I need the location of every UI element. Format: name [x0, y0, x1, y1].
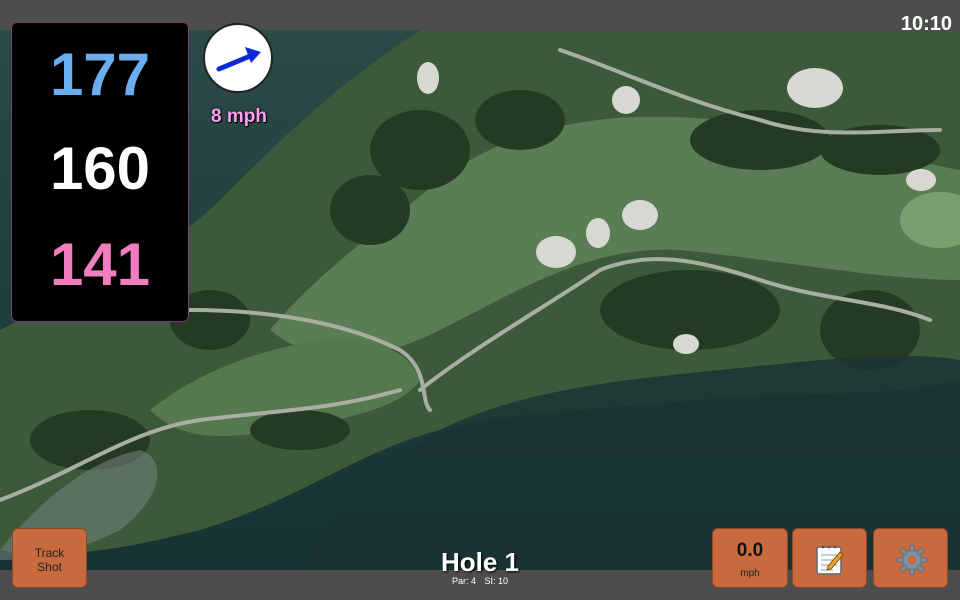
hole-stroke-index: SI: 10 — [484, 576, 509, 586]
track-shot-button[interactable]: Track Shot — [12, 528, 87, 588]
speed-unit: mph — [740, 568, 760, 579]
settings-button[interactable] — [873, 528, 948, 588]
track-shot-label: Track Shot — [34, 546, 65, 574]
back-distance: 177 — [49, 41, 151, 108]
distance-panel: 177 160 141 — [11, 22, 189, 322]
speed-value: 0.0 — [736, 540, 764, 561]
notepad-icon — [816, 545, 844, 575]
wind-speed: 8 mph — [211, 106, 267, 127]
wind-direction-indicator — [203, 23, 273, 93]
speed-button[interactable]: 0.0 mph — [712, 528, 788, 588]
front-distance: 141 — [49, 231, 151, 298]
hole-par: Par: 4 — [451, 576, 476, 586]
hole-title: Hole 1 — [440, 547, 520, 577]
status-time: 10:10 — [900, 13, 952, 35]
gear-icon — [896, 544, 928, 576]
middle-distance: 160 — [49, 135, 151, 202]
wind-arrow-icon — [216, 47, 261, 72]
hole-info: Par: 4 SI: 10 — [380, 577, 580, 586]
notes-button[interactable] — [792, 528, 867, 588]
